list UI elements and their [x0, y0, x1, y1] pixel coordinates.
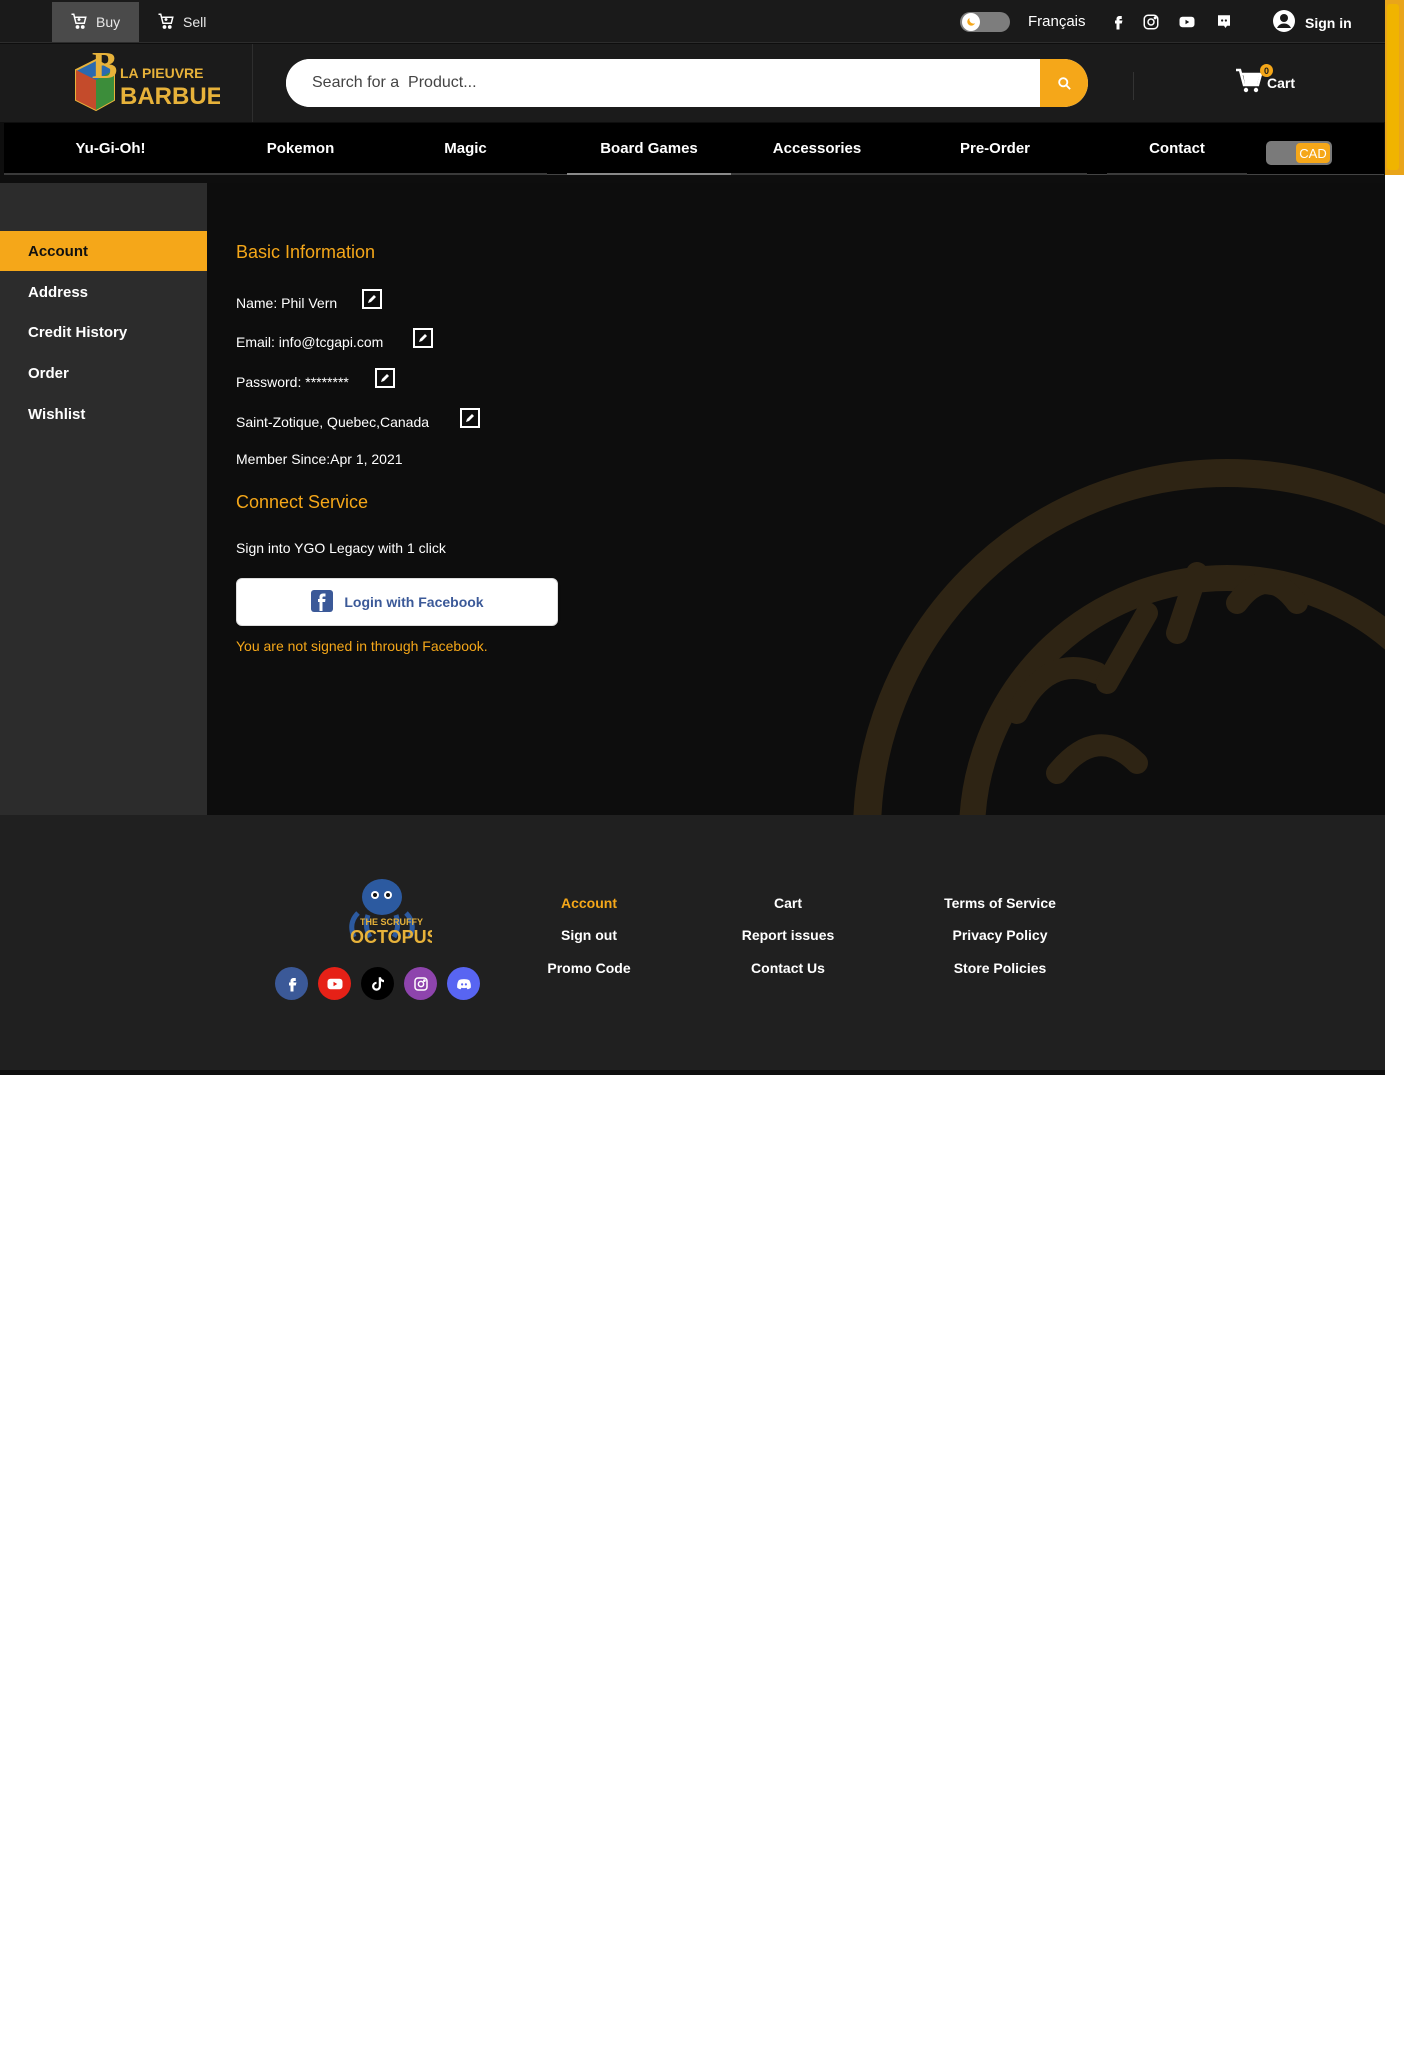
edit-icon[interactable]: [413, 328, 433, 348]
dark-mode-toggle[interactable]: [960, 12, 1010, 32]
footer-sign-out-link[interactable]: Sign out: [561, 927, 617, 943]
currency-label: CAD: [1296, 143, 1330, 163]
facebook-icon: [310, 589, 334, 616]
svg-text:LA PIEUVRE: LA PIEUVRE: [120, 65, 204, 81]
moon-icon: [962, 13, 980, 31]
svg-text:THE SCRUFFY: THE SCRUFFY: [360, 917, 423, 927]
sidebar-item-address[interactable]: Address: [0, 272, 207, 312]
edit-icon[interactable]: [460, 408, 480, 428]
nav-accessories[interactable]: Accessories: [731, 123, 903, 175]
youtube-icon[interactable]: [318, 967, 351, 1000]
connect-description: Sign into YGO Legacy with 1 click: [236, 540, 446, 556]
category-nav: Yu-Gi-Oh! Pokemon Magic Board Games Acce…: [4, 123, 1384, 175]
footer-cart-link[interactable]: Cart: [774, 895, 802, 911]
facebook-status-note: You are not signed in through Facebook.: [236, 638, 488, 654]
facebook-button-label: Login with Facebook: [344, 594, 484, 610]
top-strip: Buy Sell Français Sign in: [0, 0, 1385, 43]
sidebar-item-order[interactable]: Order: [0, 353, 207, 393]
facebook-icon[interactable]: [275, 967, 308, 1000]
edit-icon[interactable]: [375, 368, 395, 388]
sidebar-item-account[interactable]: Account: [0, 231, 207, 271]
user-circle-icon: [1272, 9, 1296, 36]
sell-mode-label: Sell: [183, 14, 207, 30]
footer-terms-link[interactable]: Terms of Service: [944, 895, 1056, 911]
search-button[interactable]: [1040, 59, 1088, 107]
sidebar-item-wishlist[interactable]: Wishlist: [0, 394, 207, 434]
nav-magic[interactable]: Magic: [384, 123, 547, 175]
connect-service-title: Connect Service: [236, 492, 369, 512]
basic-info-title: Basic Information: [236, 242, 376, 262]
footer-promo-code-link[interactable]: Promo Code: [547, 960, 630, 976]
footer-logo[interactable]: THE SCRUFFY OCTOPUS: [322, 873, 439, 953]
site-footer: THE SCRUFFY OCTOPUS Account Sign out Pro…: [0, 815, 1385, 1070]
discord-icon[interactable]: [1213, 11, 1235, 33]
cart-icon: [70, 12, 88, 33]
tiktok-icon[interactable]: [361, 967, 394, 1000]
site-root: Buy Sell Français Sign in B LA PIEUVRE B…: [0, 0, 1385, 1075]
email-line: Email: info@tcgapi.com: [236, 334, 384, 350]
language-link[interactable]: Français: [1028, 13, 1086, 30]
location-line: Saint-Zotique, Quebec,Canada: [236, 414, 430, 430]
svg-text:B: B: [92, 48, 117, 87]
edit-icon[interactable]: [362, 289, 382, 309]
header-separator: [1133, 72, 1134, 100]
footer-contact-us-link[interactable]: Contact Us: [751, 960, 825, 976]
account-sidebar: Account Address Credit History Order Wis…: [0, 183, 207, 815]
background-emblem: [853, 459, 1385, 815]
search-icon: [1057, 76, 1071, 90]
svg-text:OCTOPUS: OCTOPUS: [350, 927, 432, 947]
cart-icon: [157, 12, 175, 33]
instagram-icon[interactable]: [1140, 11, 1162, 33]
currency-toggle[interactable]: CAD: [1266, 141, 1332, 165]
shopping-cart-icon: [1235, 68, 1263, 97]
nav-yugioh[interactable]: Yu-Gi-Oh!: [4, 123, 217, 175]
cart-count-badge: 0: [1260, 64, 1273, 77]
sign-in-link[interactable]: Sign in: [1272, 9, 1352, 36]
nav-contact[interactable]: Contact: [1107, 123, 1247, 175]
main-header: B LA PIEUVRE BARBUE Cart 0: [0, 44, 1385, 122]
footer-bottom-bar: [0, 1070, 1385, 1075]
search-bar: [286, 59, 1088, 107]
name-line: Name: Phil Vern: [236, 295, 338, 311]
login-with-facebook-button[interactable]: Login with Facebook: [236, 578, 558, 626]
sidebar-item-credit-history[interactable]: Credit History: [0, 312, 207, 352]
footer-report-issues-link[interactable]: Report issues: [742, 927, 835, 943]
nav-pre-order[interactable]: Pre-Order: [903, 123, 1087, 175]
facebook-icon[interactable]: [1107, 11, 1129, 33]
site-logo[interactable]: B LA PIEUVRE BARBUE: [70, 45, 223, 118]
sign-in-label: Sign in: [1305, 14, 1352, 31]
search-input[interactable]: [286, 59, 1040, 107]
nav-board-games[interactable]: Board Games: [567, 123, 731, 175]
password-line: Password: ********: [236, 374, 349, 390]
header-divider: [252, 44, 253, 122]
scrollbar-thumb[interactable]: [1387, 4, 1399, 170]
nav-pokemon[interactable]: Pokemon: [217, 123, 384, 175]
footer-store-policies-link[interactable]: Store Policies: [954, 960, 1047, 976]
discord-icon[interactable]: [447, 967, 480, 1000]
footer-privacy-link[interactable]: Privacy Policy: [953, 927, 1048, 943]
buy-mode-label: Buy: [96, 14, 121, 30]
instagram-icon[interactable]: [404, 967, 437, 1000]
buy-mode-tab[interactable]: Buy: [52, 2, 139, 42]
sell-mode-tab[interactable]: Sell: [139, 2, 219, 42]
youtube-icon[interactable]: [1176, 11, 1198, 33]
footer-account-link[interactable]: Account: [561, 895, 617, 911]
account-main: Basic Information Name: Phil Vern Email:…: [207, 183, 1385, 815]
page-scrollbar[interactable]: [1385, 0, 1404, 175]
svg-text:BARBUE: BARBUE: [120, 83, 220, 110]
cart-label: Cart: [1267, 74, 1296, 91]
member-since-line: Member Since:Apr 1, 2021: [236, 451, 403, 467]
